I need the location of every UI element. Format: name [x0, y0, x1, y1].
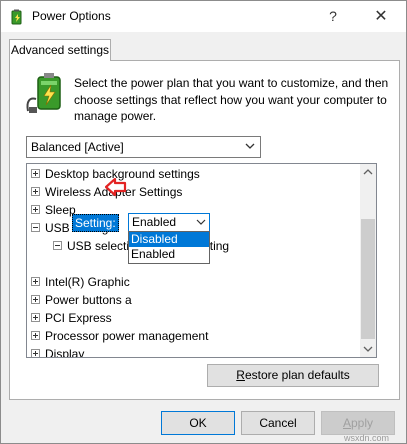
intro-text: Select the power plan that you want to c…: [74, 76, 389, 123]
tab-advanced-settings[interactable]: Advanced settings: [9, 39, 111, 61]
expand-plus-icon[interactable]: [31, 349, 40, 357]
tree-item-label: Intel(R) Graphic: [45, 275, 130, 289]
power-options-window: Power Options ? ✕ Advanced settings Sele…: [0, 0, 407, 444]
dropdown-option-enabled[interactable]: Enabled: [129, 247, 209, 262]
scroll-up-icon[interactable]: [360, 164, 376, 180]
red-arrow-icon: [105, 177, 127, 197]
setting-value-select[interactable]: Enabled: [128, 213, 210, 232]
help-button[interactable]: ?: [315, 1, 351, 32]
restore-label: estore plan defaults: [244, 368, 350, 382]
setting-value: Enabled: [132, 215, 177, 229]
apply-button[interactable]: Apply: [321, 411, 395, 435]
expand-plus-icon[interactable]: [31, 169, 40, 178]
expand-plus-icon[interactable]: [31, 205, 40, 214]
tree-item-label: Power buttons a: [45, 293, 132, 307]
scroll-down-icon[interactable]: [360, 341, 376, 357]
power-plan-value: Balanced [Active]: [31, 140, 124, 154]
dropdown-option-disabled[interactable]: Disabled: [129, 232, 209, 247]
chevron-down-icon: [196, 219, 206, 225]
apply-access-key: A: [342, 416, 351, 430]
chevron-down-icon: [245, 143, 255, 149]
cancel-button[interactable]: Cancel: [241, 411, 315, 435]
expand-plus-icon[interactable]: [31, 295, 40, 304]
restore-plan-defaults-button[interactable]: Restore plan defaults: [207, 364, 379, 387]
scrollbar-thumb[interactable]: [361, 219, 375, 339]
tree-item-label: Display: [45, 347, 85, 357]
advanced-settings-panel: Select the power plan that you want to c…: [9, 60, 400, 400]
title-bar: Power Options ? ✕: [1, 1, 406, 32]
watermark-text: wsxdn.com: [344, 433, 390, 443]
expand-plus-icon[interactable]: [31, 331, 40, 340]
setting-dropdown-list: Disabled Enabled: [128, 231, 210, 264]
collapse-minus-icon[interactable]: [31, 223, 40, 232]
tree-item-label: PCI Express: [45, 311, 112, 325]
collapse-minus-icon[interactable]: [53, 241, 62, 250]
expand-plus-icon[interactable]: [31, 277, 40, 286]
battery-plug-icon: [26, 73, 61, 113]
tree-item-label: Processor power management: [45, 329, 209, 343]
apply-label: pply: [351, 416, 374, 430]
restore-access-key: R: [236, 368, 245, 382]
window-title: Power Options: [32, 9, 111, 23]
ok-button[interactable]: OK: [161, 411, 235, 435]
close-button[interactable]: ✕: [363, 1, 399, 32]
expand-plus-icon[interactable]: [31, 187, 40, 196]
power-plan-select[interactable]: Balanced [Active]: [26, 136, 261, 158]
setting-label: Setting:: [72, 214, 119, 232]
expand-plus-icon[interactable]: [31, 313, 40, 322]
power-options-icon: [11, 9, 22, 25]
tree-scrollbar[interactable]: [360, 164, 376, 357]
